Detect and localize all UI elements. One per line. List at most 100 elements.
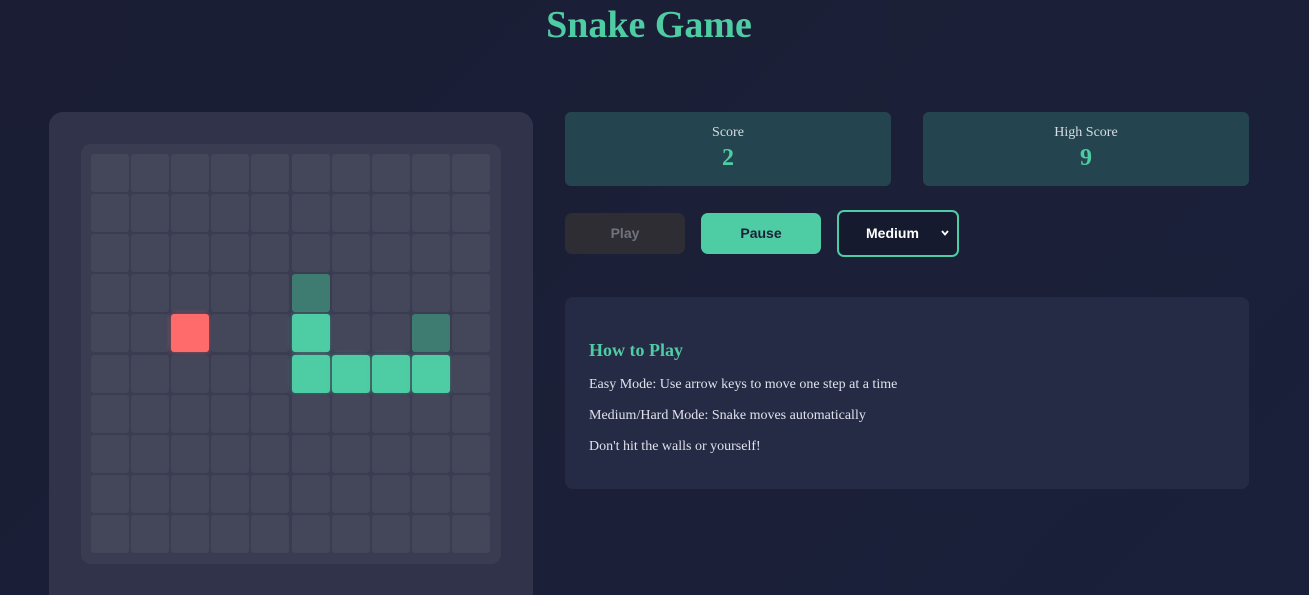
score-value: 2 xyxy=(722,145,734,171)
grid-cell xyxy=(292,475,330,513)
grid-cell xyxy=(131,154,169,192)
grid-cell xyxy=(292,395,330,433)
grid-cell xyxy=(251,274,289,312)
grid-cell xyxy=(372,435,410,473)
grid-cell xyxy=(452,154,490,192)
grid-cell xyxy=(452,435,490,473)
grid-cell xyxy=(372,154,410,192)
pause-button[interactable]: Pause xyxy=(701,213,821,254)
snake-segment xyxy=(372,355,410,393)
grid-cell xyxy=(251,314,289,352)
grid-cell xyxy=(251,515,289,553)
grid-cell xyxy=(131,475,169,513)
grid-cell xyxy=(211,234,249,272)
snake-segment xyxy=(292,314,330,352)
grid-cell xyxy=(91,515,129,553)
grid-cell xyxy=(91,194,129,232)
grid-cell xyxy=(292,154,330,192)
grid-cell xyxy=(211,355,249,393)
instructions-panel: How to Play Easy Mode: Use arrow keys to… xyxy=(565,297,1249,489)
grid-cell xyxy=(171,435,209,473)
grid-cell xyxy=(131,194,169,232)
food-cell xyxy=(171,314,209,352)
high-score-card: High Score 9 xyxy=(923,112,1249,186)
difficulty-select[interactable]: Medium xyxy=(837,210,959,257)
grid-cell xyxy=(332,194,370,232)
grid-cell xyxy=(292,515,330,553)
grid-cell xyxy=(452,355,490,393)
instruction-line: Medium/Hard Mode: Snake moves automatica… xyxy=(589,408,866,423)
grid-cell xyxy=(211,314,249,352)
grid-cell xyxy=(452,475,490,513)
grid-cell xyxy=(91,274,129,312)
grid-cell xyxy=(292,435,330,473)
grid-cell xyxy=(211,435,249,473)
chevron-down-icon xyxy=(941,230,949,236)
grid-cell xyxy=(211,194,249,232)
grid-cell xyxy=(251,154,289,192)
grid-cell xyxy=(372,475,410,513)
snake-segment-faded xyxy=(412,314,450,352)
grid-cell xyxy=(91,154,129,192)
grid-cell xyxy=(452,234,490,272)
high-score-label: High Score xyxy=(1054,125,1118,140)
grid-cell xyxy=(452,274,490,312)
grid-cell xyxy=(211,395,249,433)
grid-cell xyxy=(292,194,330,232)
grid-cell xyxy=(251,194,289,232)
instructions-heading: How to Play xyxy=(589,340,683,360)
grid-cell xyxy=(412,234,450,272)
grid-cell xyxy=(372,515,410,553)
grid-cell xyxy=(412,154,450,192)
grid-cell xyxy=(91,435,129,473)
grid-cell xyxy=(91,475,129,513)
grid-cell xyxy=(91,234,129,272)
grid-cell xyxy=(211,515,249,553)
difficulty-selected-value: Medium xyxy=(866,225,919,241)
grid-cell xyxy=(332,515,370,553)
grid-cell xyxy=(372,395,410,433)
grid-cell xyxy=(171,355,209,393)
grid-cell xyxy=(292,234,330,272)
grid-cell xyxy=(251,234,289,272)
grid-cell xyxy=(131,435,169,473)
grid-cell xyxy=(91,395,129,433)
grid-cell xyxy=(332,475,370,513)
grid-cell xyxy=(131,274,169,312)
play-button[interactable]: Play xyxy=(565,213,685,254)
grid-cell xyxy=(171,515,209,553)
grid-cell xyxy=(171,154,209,192)
grid-cell xyxy=(412,435,450,473)
grid-cell xyxy=(91,355,129,393)
high-score-value: 9 xyxy=(1080,145,1092,171)
board-grid xyxy=(91,154,492,555)
grid-cell xyxy=(131,395,169,433)
grid-cell xyxy=(251,395,289,433)
grid-cell xyxy=(251,355,289,393)
instruction-line: Easy Mode: Use arrow keys to move one st… xyxy=(589,377,898,392)
grid-cell xyxy=(452,314,490,352)
snake-segment xyxy=(412,355,450,393)
grid-cell xyxy=(211,154,249,192)
grid-cell xyxy=(332,274,370,312)
grid-cell xyxy=(171,274,209,312)
instruction-line: Don't hit the walls or yourself! xyxy=(589,439,761,454)
grid-cell xyxy=(332,435,370,473)
grid-cell xyxy=(332,154,370,192)
grid-cell xyxy=(171,234,209,272)
grid-cell xyxy=(452,194,490,232)
grid-cell xyxy=(171,395,209,433)
grid-cell xyxy=(131,314,169,352)
grid-cell xyxy=(372,194,410,232)
snake-segment-faded xyxy=(292,274,330,312)
grid-cell xyxy=(131,515,169,553)
grid-cell xyxy=(251,435,289,473)
page-title: Snake Game xyxy=(546,4,752,46)
grid-cell xyxy=(372,274,410,312)
grid-cell xyxy=(131,234,169,272)
grid-cell xyxy=(452,395,490,433)
grid-cell xyxy=(332,234,370,272)
grid-cell xyxy=(412,515,450,553)
grid-cell xyxy=(171,475,209,513)
grid-cell xyxy=(332,314,370,352)
